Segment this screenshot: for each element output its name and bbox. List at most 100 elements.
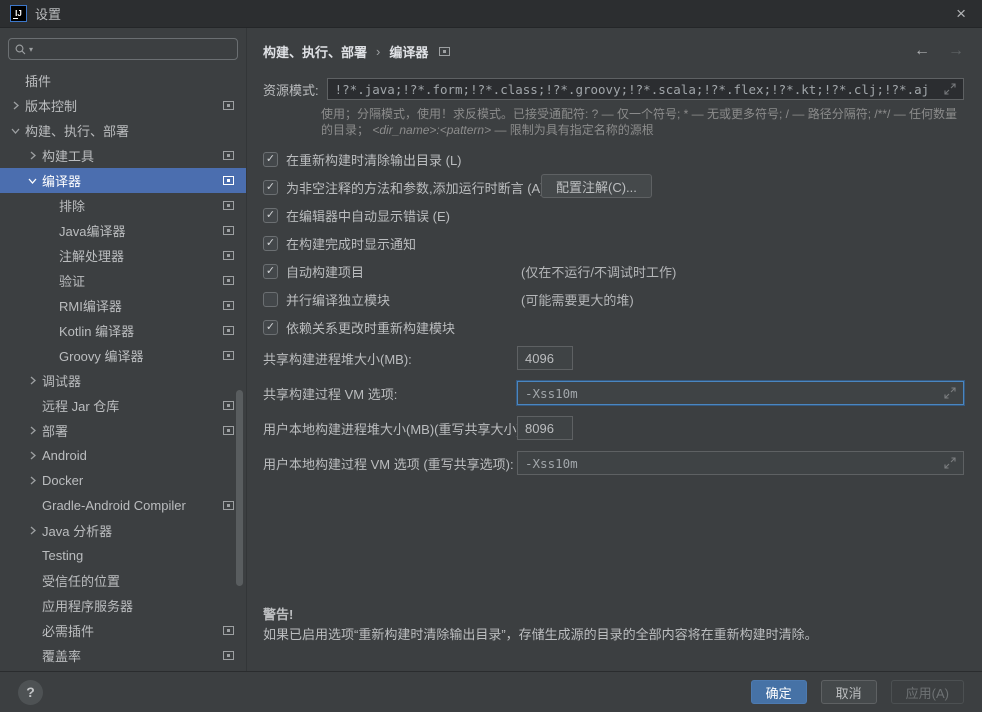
search-input[interactable]: ▾ [8, 38, 238, 60]
checkbox-checked[interactable]: ✓ [263, 264, 278, 279]
sidebar-item-label: 远程 Jar 仓库 [42, 396, 119, 415]
sidebar-item-10[interactable]: Kotlin 编译器 [0, 318, 246, 343]
sidebar-item-3[interactable]: 构建工具 [0, 143, 246, 168]
sidebar-item-1[interactable]: 版本控制 [0, 93, 246, 118]
shared-heap-input[interactable]: 4096 [517, 346, 573, 370]
expand-field-icon[interactable] [944, 83, 956, 95]
chevron-down-icon[interactable] [28, 176, 37, 185]
sidebar-item-20[interactable]: 受信任的位置 [0, 568, 246, 593]
forward-arrow-icon: → [948, 42, 964, 60]
project-settings-icon [223, 276, 234, 285]
user-heap-value: 8096 [525, 421, 554, 436]
chevron-right-icon[interactable] [11, 101, 20, 110]
user-vm-options-input[interactable]: -Xss10m [517, 451, 964, 475]
checkbox-hint: (可能需要更大的堆) [521, 290, 634, 309]
sidebar-item-label: 应用程序服务器 [42, 596, 133, 615]
checkbox-checked[interactable]: ✓ [263, 180, 278, 195]
breadcrumb-parent[interactable]: 构建、执行、部署 [263, 42, 367, 61]
configure-annotations-button[interactable]: 配置注解(C)... [541, 174, 652, 198]
project-settings-icon [223, 326, 234, 335]
checkbox-label: 在重新构建时清除输出目录 (L) [286, 150, 462, 169]
sidebar-item-11[interactable]: Groovy 编译器 [0, 343, 246, 368]
tree-arrow-slot [25, 151, 39, 160]
sidebar-item-22[interactable]: 必需插件 [0, 618, 246, 643]
project-settings-icon [223, 351, 234, 360]
sidebar-item-9[interactable]: RMI编译器 [0, 293, 246, 318]
shared-heap-value: 4096 [525, 351, 554, 366]
resource-patterns-value: !?*.java;!?*.form;!?*.class;!?*.groovy;!… [335, 82, 930, 97]
apply-button[interactable]: 应用(A) [891, 680, 964, 704]
sidebar-item-5[interactable]: 排除 [0, 193, 246, 218]
checkbox-checked[interactable]: ✓ [263, 236, 278, 251]
checkbox-unchecked[interactable] [263, 292, 278, 307]
close-icon[interactable]: × [950, 5, 972, 22]
checkbox-row-0: ✓ 在重新构建时清除输出目录 (L) [263, 148, 964, 170]
search-options-caret-icon[interactable]: ▾ [29, 45, 33, 54]
chevron-right-icon[interactable] [28, 376, 37, 385]
tree-arrow-slot [8, 101, 22, 110]
sidebar-item-12[interactable]: 调试器 [0, 368, 246, 393]
project-settings-icon [223, 251, 234, 260]
sidebar-item-label: 调试器 [42, 371, 81, 390]
sidebar-item-label: RMI编译器 [59, 296, 122, 315]
sidebar-item-19[interactable]: Testing [0, 543, 246, 568]
checkbox-label: 在构建完成时显示通知 [286, 234, 416, 253]
shared-vm-options-label: 共享构建过程 VM 选项: [263, 384, 397, 403]
expand-field-icon[interactable] [944, 457, 956, 469]
resource-patterns-input[interactable]: !?*.java;!?*.form;!?*.class;!?*.groovy;!… [327, 78, 964, 100]
chevron-down-icon[interactable] [11, 126, 20, 135]
sidebar-item-15[interactable]: Android [0, 443, 246, 468]
sidebar-item-label: 验证 [59, 271, 85, 290]
sidebar-item-6[interactable]: Java编译器 [0, 218, 246, 243]
search-icon [15, 44, 26, 55]
help-text-pattern: <dir_name>:<pattern> [372, 123, 491, 137]
resource-patterns-help: 使用；分隔模式，使用！求反模式。已接受通配符: ? — 仅一个符号; * — 无… [321, 106, 964, 138]
project-settings-icon [439, 47, 450, 56]
dialog-footer: ? 确定 取消 应用(A) [0, 671, 982, 712]
cancel-button[interactable]: 取消 [821, 680, 877, 704]
logo-text: IJ [15, 9, 22, 18]
sidebar-item-16[interactable]: Docker [0, 468, 246, 493]
sidebar-item-4[interactable]: 编译器 [0, 168, 246, 193]
chevron-right-icon[interactable] [28, 426, 37, 435]
tree-arrow-slot [25, 176, 39, 185]
sidebar-item-21[interactable]: 应用程序服务器 [0, 593, 246, 618]
breadcrumb-separator: › [376, 44, 380, 59]
sidebar-item-label: 部署 [42, 421, 68, 440]
checkbox-checked[interactable]: ✓ [263, 208, 278, 223]
user-heap-input[interactable]: 8096 [517, 416, 573, 440]
settings-tree: 插件版本控制构建、执行、部署构建工具编译器排除Java编译器注解处理器验证 RMI… [0, 68, 246, 668]
checkbox-row-1: ✓为非空注释的方法和参数,添加运行时断言 (A)配置注解(C)... [263, 176, 964, 198]
sidebar-item-label: 编译器 [42, 171, 81, 190]
sidebar-item-label: 受信任的位置 [42, 571, 120, 590]
chevron-right-icon[interactable] [28, 151, 37, 160]
ok-button[interactable]: 确定 [751, 680, 807, 704]
compiler-settings-panel: 构建、执行、部署 › 编译器 ← → 资源模式: !?*.java;!?*.fo… [246, 28, 982, 671]
sidebar-item-2[interactable]: 构建、执行、部署 [0, 118, 246, 143]
chevron-right-icon[interactable] [28, 526, 37, 535]
sidebar-item-14[interactable]: 部署 [0, 418, 246, 443]
sidebar-item-18[interactable]: Java 分析器 [0, 518, 246, 543]
sidebar-item-17[interactable]: Gradle-Android Compiler [0, 493, 246, 518]
expand-field-icon[interactable] [944, 387, 956, 399]
sidebar-item-0[interactable]: 插件 [0, 68, 246, 93]
shared-vm-options-input[interactable]: -Xss10m [517, 381, 964, 405]
checkbox-checked[interactable]: ✓ [263, 320, 278, 335]
sidebar-item-label: 插件 [25, 71, 51, 90]
sidebar-item-8[interactable]: 验证 [0, 268, 246, 293]
project-settings-icon [223, 301, 234, 310]
help-icon[interactable]: ? [18, 680, 43, 705]
sidebar-item-label: 构建、执行、部署 [25, 121, 129, 140]
sidebar-item-23[interactable]: 覆盖率 [0, 643, 246, 668]
user-heap-label: 用户本地构建进程堆大小(MB)(重写共享大小): [263, 419, 524, 438]
tree-arrow-slot [25, 476, 39, 485]
checkbox-checked[interactable]: ✓ [263, 152, 278, 167]
chevron-right-icon[interactable] [28, 476, 37, 485]
sidebar-item-13[interactable]: 远程 Jar 仓库 [0, 393, 246, 418]
sidebar-scrollbar[interactable] [236, 390, 243, 586]
project-settings-icon [223, 401, 234, 410]
settings-window: IJ 设置 × ▾ 插件版本控制构建、执行、部署构建工具编译器排除Java编译器… [0, 0, 982, 712]
sidebar-item-7[interactable]: 注解处理器 [0, 243, 246, 268]
chevron-right-icon[interactable] [28, 451, 37, 460]
back-arrow-icon[interactable]: ← [914, 42, 930, 60]
